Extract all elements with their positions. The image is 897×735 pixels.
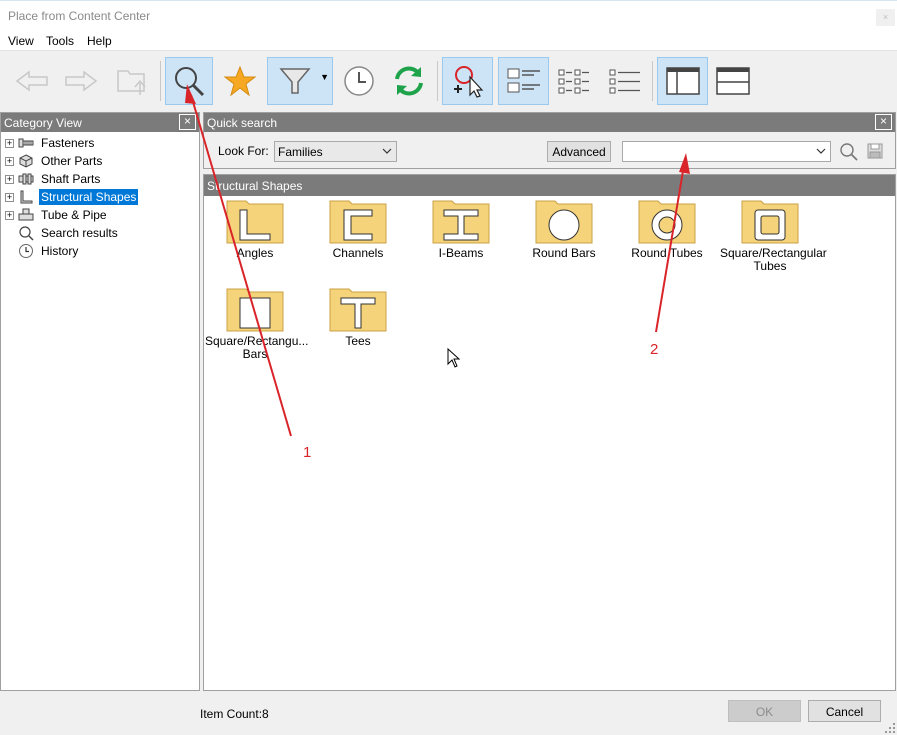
search-icon[interactable] [165, 57, 213, 105]
expand-icon[interactable]: + [5, 174, 14, 184]
menu-bar: View Tools Help [0, 31, 897, 51]
history-clock-icon[interactable] [335, 57, 383, 105]
mouse-cursor-icon [447, 348, 461, 368]
forward-arrow-icon[interactable] [57, 57, 105, 105]
quick-search-header: Quick search × [204, 113, 895, 132]
toolbar: ▼ [0, 51, 897, 108]
chevron-down-icon [382, 148, 392, 154]
tree-item-tube-pipe[interactable]: + Tube & Pipe [5, 206, 109, 224]
folder-label: Round Tubes [631, 246, 703, 260]
view-small-icons-icon[interactable] [550, 57, 598, 105]
ok-button[interactable]: OK [728, 700, 801, 722]
square-bar-profile-icon [226, 288, 284, 332]
menu-help[interactable]: Help [87, 34, 112, 48]
annotation-label-1: 1 [303, 444, 312, 461]
expand-icon[interactable]: + [5, 156, 14, 166]
content-header: Structural Shapes [204, 175, 895, 196]
angle-profile-icon [226, 200, 284, 244]
tree-item-history[interactable]: History [5, 242, 80, 260]
quick-search-panel: Quick search × Look For: Families Advanc… [203, 112, 896, 169]
refresh-icon[interactable] [385, 57, 433, 105]
channel-profile-icon [329, 200, 387, 244]
quick-search-title: Quick search [207, 116, 278, 130]
chevron-down-icon[interactable] [816, 148, 826, 155]
history-clock-icon [17, 243, 35, 259]
tree-item-label: Other Parts [41, 154, 103, 168]
expand-icon[interactable]: + [5, 138, 14, 148]
tree-item-label: Tube & Pipe [41, 208, 107, 222]
shaft-parts-icon [17, 171, 35, 187]
category-view-close-icon[interactable]: × [179, 114, 196, 130]
tree-item-structural-shapes[interactable]: + Structural Shapes [5, 188, 139, 206]
tree-item-other-parts[interactable]: + Other Parts [5, 152, 104, 170]
window-title: Place from Content Center [8, 9, 151, 23]
folder-label: Square/Rectangu... Bars [205, 334, 309, 361]
category-view-title: Category View [4, 116, 82, 130]
back-arrow-icon[interactable] [8, 57, 56, 105]
up-folder-icon[interactable] [108, 57, 156, 105]
menu-tools[interactable]: Tools [46, 34, 74, 48]
folder-label: Round Bars [532, 246, 596, 260]
tree-item-label: Shaft Parts [41, 172, 101, 186]
search-input[interactable] [622, 141, 831, 162]
add-to-search-icon[interactable] [442, 57, 493, 105]
fasteners-icon [17, 135, 35, 151]
folder-angles[interactable]: Angles [205, 198, 305, 260]
save-icon[interactable] [866, 142, 884, 160]
window-close-button[interactable]: × [876, 9, 895, 26]
folder-round-bars[interactable]: Round Bars [514, 198, 614, 260]
folder-square-rectangular-bars[interactable]: Square/Rectangu... Bars [205, 286, 309, 361]
filter-dropdown-icon[interactable]: ▼ [320, 72, 329, 82]
tree-item-label: Fasteners [41, 136, 95, 150]
folder-label: I-Beams [438, 246, 484, 260]
folder-channels[interactable]: Channels [308, 198, 408, 260]
quick-search-close-icon[interactable]: × [875, 114, 892, 130]
folder-label: Angles [236, 246, 274, 260]
tree-item-fasteners[interactable]: + Fasteners [5, 134, 96, 152]
search-icon [17, 225, 35, 241]
look-for-label: Look For: [218, 144, 269, 158]
folder-label: Channels [332, 246, 384, 260]
advanced-button[interactable]: Advanced [547, 141, 611, 162]
cancel-button[interactable]: Cancel [808, 700, 881, 722]
expand-icon[interactable]: + [5, 210, 14, 220]
filter-icon[interactable]: ▼ [267, 57, 333, 105]
expand-icon[interactable]: + [5, 192, 14, 202]
folder-label: Tees [345, 334, 371, 348]
tree-pane-icon[interactable] [657, 57, 708, 105]
structural-shapes-icon [17, 189, 35, 205]
round-tube-profile-icon [638, 200, 696, 244]
other-parts-icon [17, 153, 35, 169]
view-details-icon[interactable] [498, 57, 549, 105]
look-for-select[interactable]: Families [274, 141, 397, 162]
item-count: Item Count:8 [200, 707, 269, 721]
view-list-icon[interactable] [601, 57, 649, 105]
search-icon[interactable] [839, 142, 859, 162]
look-for-value: Families [278, 145, 323, 159]
folder-round-tubes[interactable]: Round Tubes [617, 198, 717, 260]
tube-pipe-icon [17, 207, 35, 223]
square-tube-profile-icon [741, 200, 799, 244]
favorites-star-icon[interactable] [216, 57, 264, 105]
tree-item-shaft-parts[interactable]: + Shaft Parts [5, 170, 102, 188]
tree-item-search-results[interactable]: Search results [5, 224, 120, 242]
resize-grip-icon[interactable] [884, 722, 896, 734]
folder-label: Square/Rectangular Tubes [720, 246, 827, 273]
annotation-label-2: 2 [650, 341, 659, 358]
folder-i-beams[interactable]: I-Beams [411, 198, 511, 260]
title-bar: Place from Content Center × [0, 0, 897, 31]
preview-pane-icon[interactable] [709, 57, 757, 105]
folder-tees[interactable]: Tees [308, 286, 408, 348]
tree-item-label: Structural Shapes [39, 189, 139, 205]
tree-item-label: History [41, 244, 79, 258]
folder-square-rectangular-tubes[interactable]: Square/Rectangular Tubes [720, 198, 827, 273]
round-bar-profile-icon [535, 200, 593, 244]
content-panel: Structural Shapes Angles Channels I-Beam… [203, 174, 896, 691]
category-view-header: Category View × [1, 113, 199, 132]
i-beam-profile-icon [432, 200, 490, 244]
tee-profile-icon [329, 288, 387, 332]
menu-view[interactable]: View [8, 34, 34, 48]
tree-item-label: Search results [41, 226, 118, 240]
category-view-panel: Category View × + Fasteners + Other Part… [0, 112, 200, 691]
